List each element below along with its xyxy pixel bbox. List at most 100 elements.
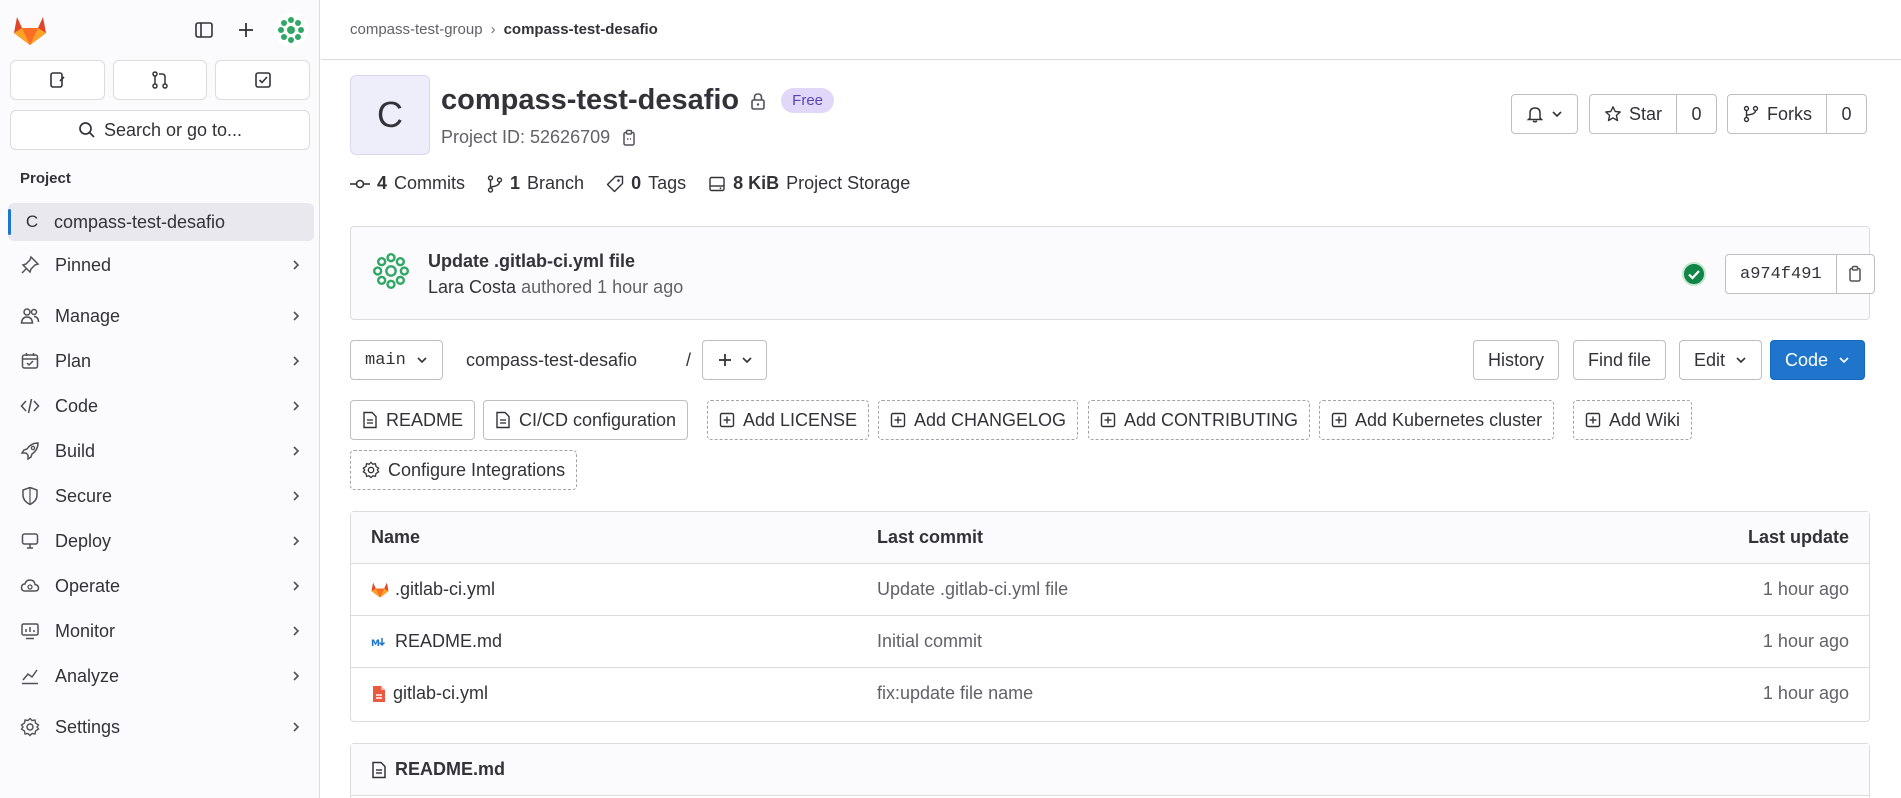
readme-button[interactable]: README xyxy=(350,400,476,440)
gitlab-file-icon xyxy=(371,581,389,598)
repository-path-link[interactable]: compass-test-desafio xyxy=(466,350,637,371)
find-file-button[interactable]: Find file xyxy=(1573,340,1667,380)
storage-icon xyxy=(708,175,726,193)
chevron-right-icon xyxy=(290,400,302,412)
tags-count: 0 xyxy=(631,173,642,193)
user-avatar[interactable] xyxy=(274,13,308,47)
copy-sha-button[interactable] xyxy=(1835,255,1874,293)
issues-counter-button[interactable] xyxy=(10,60,105,100)
todo-icon xyxy=(254,72,271,88)
file-updated: 1 hour ago xyxy=(1762,631,1849,651)
breadcrumb-separator-icon: › xyxy=(490,21,496,38)
project-id: Project ID: 52626709 xyxy=(441,127,611,147)
file-name-link[interactable]: .gitlab-ci.yml xyxy=(395,579,495,600)
sidebar-item-label: Deploy xyxy=(55,530,112,551)
file-commit-link[interactable]: Update .gitlab-ci.yml file xyxy=(877,579,1068,600)
file-icon xyxy=(371,761,387,779)
users-icon xyxy=(20,306,40,326)
sidebar-item-label: Manage xyxy=(55,305,121,326)
todos-counter-button[interactable] xyxy=(215,60,311,100)
pipeline-success-icon[interactable] xyxy=(1682,262,1706,286)
configure-integrations-button[interactable]: Configure Integrations xyxy=(350,450,578,490)
storage-label: Project Storage xyxy=(786,173,911,193)
storage-size: 8 KiB xyxy=(733,173,780,193)
sidebar-item-manage[interactable]: Manage xyxy=(8,296,314,336)
sidebar-item-project[interactable]: C compass-test-desafio xyxy=(8,203,314,241)
edit-dropdown[interactable]: Edit xyxy=(1679,340,1763,380)
sidebar-item-label: Build xyxy=(55,440,96,461)
branch-selector[interactable]: main xyxy=(350,340,443,380)
sidebar-item-pinned[interactable]: Pinned xyxy=(8,245,314,285)
tags-stat-link[interactable]: 0 Tags xyxy=(606,173,686,194)
commit-sha-link[interactable]: a974f491 xyxy=(1726,255,1836,293)
table-row[interactable]: M README.md Initial commit 1 hour ago xyxy=(351,616,1869,668)
branch-stat-link[interactable]: 1 Branch xyxy=(487,173,584,194)
forks-count[interactable]: 0 xyxy=(1826,95,1866,133)
sidebar-section-title: Project xyxy=(20,170,71,187)
add-wiki-label: Add Wiki xyxy=(1609,409,1681,430)
history-button[interactable]: History xyxy=(1473,340,1560,380)
sidebar-item-build[interactable]: Build xyxy=(8,431,314,471)
edit-label: Edit xyxy=(1694,349,1726,370)
code-icon xyxy=(20,396,40,416)
cicd-configuration-button[interactable]: CI/CD configuration xyxy=(483,400,689,440)
star-button[interactable]: Star 0 xyxy=(1589,94,1718,134)
create-new-icon[interactable] xyxy=(230,14,262,46)
add-kubernetes-cluster-button[interactable]: Add Kubernetes cluster xyxy=(1319,400,1555,440)
sidebar-item-settings[interactable]: Settings xyxy=(8,707,314,747)
chevron-down-icon xyxy=(1838,354,1850,366)
sidebar-item-analyze[interactable]: Analyze xyxy=(8,656,314,696)
readme-title-link[interactable]: README.md xyxy=(395,759,505,780)
sidebar-item-plan[interactable]: Plan xyxy=(8,341,314,381)
chevron-right-icon xyxy=(290,355,302,367)
file-name-link[interactable]: gitlab-ci.yml xyxy=(393,683,488,704)
file-name-link[interactable]: README.md xyxy=(395,631,502,652)
commit-author-link[interactable]: Lara Costa xyxy=(428,277,516,297)
branch-label: Branch xyxy=(527,173,585,193)
table-row[interactable]: gitlab-ci.yml fix:update file name 1 hou… xyxy=(351,668,1869,720)
project-avatar-large: C xyxy=(350,75,430,155)
file-commit-link[interactable]: Initial commit xyxy=(877,631,982,652)
sidebar-item-label: Plan xyxy=(55,350,92,371)
add-wiki-button[interactable]: Add Wiki xyxy=(1573,400,1693,440)
column-header-last-commit: Last commit xyxy=(877,527,984,547)
copy-icon[interactable] xyxy=(620,129,638,147)
add-license-button[interactable]: Add LICENSE xyxy=(707,400,870,440)
file-commit-link[interactable]: fix:update file name xyxy=(877,683,1033,704)
cicd-label: CI/CD configuration xyxy=(519,409,677,430)
monitor-icon xyxy=(20,621,40,641)
sidebar-item-deploy[interactable]: Deploy xyxy=(8,521,314,561)
toggle-sidebar-icon[interactable] xyxy=(188,14,220,46)
chevron-right-icon xyxy=(290,625,302,637)
merge-requests-counter-button[interactable] xyxy=(112,60,208,100)
commits-stat-link[interactable]: 4 Commits xyxy=(350,173,465,194)
commit-title-link[interactable]: Update .gitlab-ci.yml file xyxy=(428,251,635,272)
storage-stat-link[interactable]: 8 KiB Project Storage xyxy=(708,173,910,194)
forks-button[interactable]: Forks 0 xyxy=(1727,94,1867,134)
search-button[interactable]: Search or go to... xyxy=(10,110,310,150)
file-tree-table: Name Last commit Last update .gitlab-ci.… xyxy=(350,511,1870,722)
column-header-name: Name xyxy=(371,527,421,547)
add-to-tree-dropdown[interactable] xyxy=(702,340,767,380)
sidebar-item-operate[interactable]: Operate xyxy=(8,566,314,606)
cloud-gear-icon xyxy=(20,576,40,596)
sidebar-item-monitor[interactable]: Monitor xyxy=(8,611,314,651)
file-updated: 1 hour ago xyxy=(1762,683,1849,703)
branch-count: 1 xyxy=(510,173,521,193)
sidebar-item-secure[interactable]: Secure xyxy=(8,476,314,516)
file-updated: 1 hour ago xyxy=(1762,579,1849,599)
path-separator: / xyxy=(686,350,692,370)
breadcrumb-project-link[interactable]: compass-test-desafio xyxy=(504,21,658,38)
gitlab-logo-icon[interactable] xyxy=(13,14,47,46)
sidebar-item-label: Pinned xyxy=(55,254,112,275)
table-row[interactable]: .gitlab-ci.yml Update .gitlab-ci.yml fil… xyxy=(351,564,1869,616)
star-count[interactable]: 0 xyxy=(1676,95,1716,133)
sidebar-item-code[interactable]: Code xyxy=(8,386,314,426)
notifications-dropdown[interactable] xyxy=(1511,94,1578,134)
add-changelog-button[interactable]: Add CHANGELOG xyxy=(878,400,1079,440)
copy-icon xyxy=(1849,265,1861,282)
commit-author-avatar[interactable] xyxy=(371,251,411,291)
code-dropdown[interactable]: Code xyxy=(1770,340,1866,380)
breadcrumb-group-link[interactable]: compass-test-group xyxy=(350,21,483,38)
add-contributing-button[interactable]: Add CONTRIBUTING xyxy=(1088,400,1311,440)
